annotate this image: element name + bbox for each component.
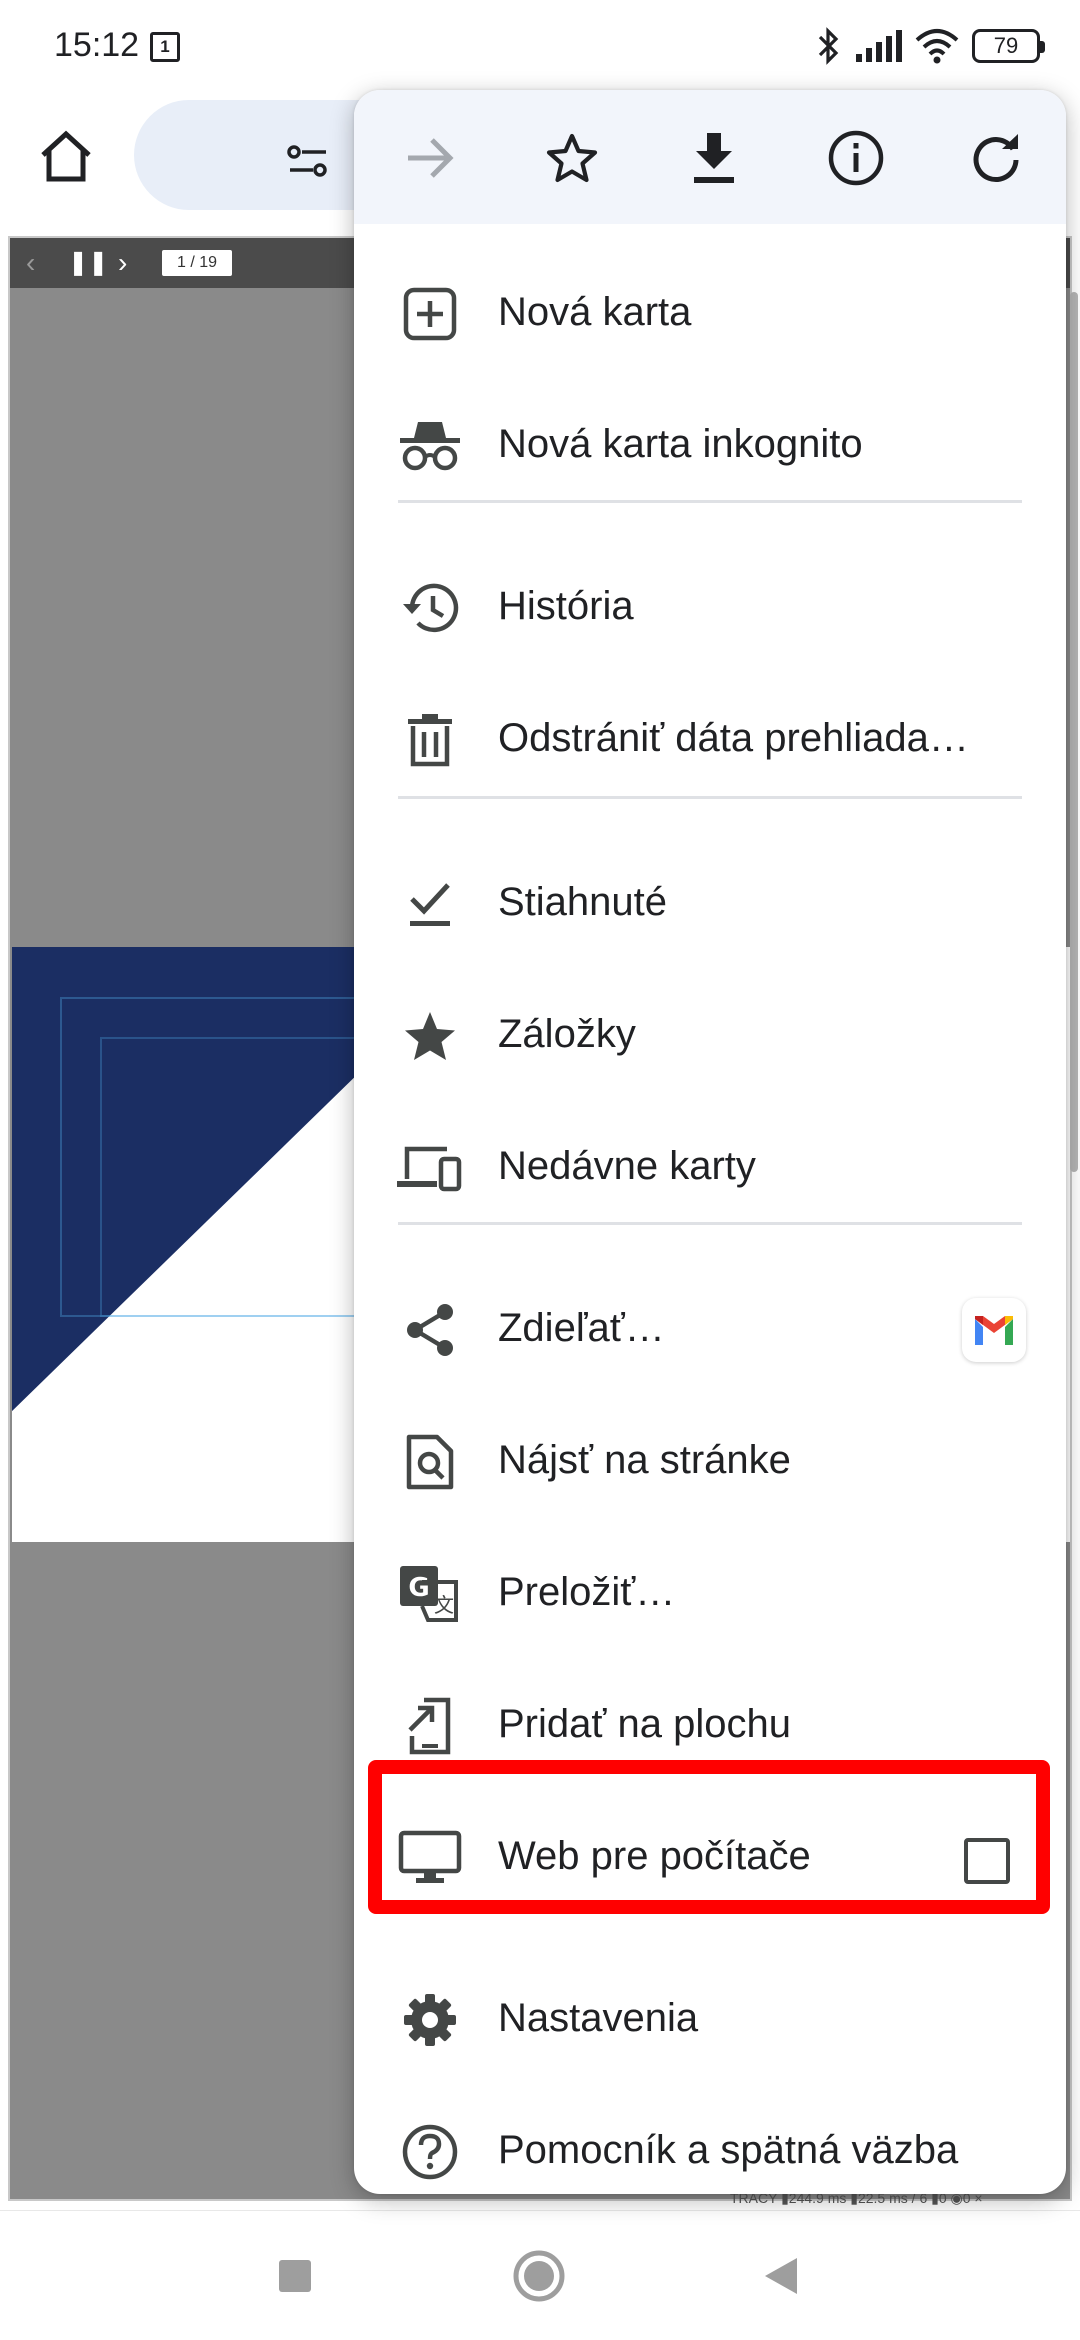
status-time: 15:12 [54,26,140,64]
menu-action-row [354,90,1066,224]
menu-item-label: Nová karta inkognito [498,422,863,466]
menu-item-label: Záložky [498,1012,636,1056]
gmail-icon [975,1316,1013,1345]
gear-icon [396,1986,464,2054]
bookmark-button[interactable] [538,124,606,192]
star-filled-icon [396,1002,464,1070]
pause-icon[interactable]: ❚❚ [68,246,108,280]
menu-divider [398,1222,1022,1225]
signal-icon [856,30,902,62]
highlight-box [368,1760,1050,1914]
back-button[interactable] [748,2243,814,2309]
add-to-home-icon [396,1692,464,1760]
menu-item-label: Odstrániť dáta prehliada… [498,716,969,760]
new-tab-icon [396,280,464,348]
back-icon [765,2258,797,2294]
menu-item-label: Nájsť na stránke [498,1438,791,1482]
info-icon [828,130,884,186]
menu-item-label: Pridať na plochu [498,1702,791,1746]
download-icon [694,133,734,183]
menu-item-bookmarks[interactable]: Záložky [354,970,1066,1102]
home-nav-button[interactable] [506,2243,572,2309]
menu-item-label: Preložiť… [498,1570,676,1614]
refresh-button[interactable] [962,124,1030,192]
share-icon [396,1296,464,1364]
page-scrollbar[interactable] [1070,292,1078,1172]
menu-item-label: Nastavenia [498,1996,699,2040]
wifi-icon [915,29,959,64]
home-button[interactable] [30,120,102,192]
status-icons: 79 [816,24,1045,68]
forward-button[interactable] [396,124,464,192]
recents-button[interactable] [262,2243,328,2309]
page-info-button[interactable] [822,124,890,192]
menu-item-share[interactable]: Zdieľať… [354,1264,1066,1396]
gmail-share-button[interactable] [962,1298,1026,1362]
translate-icon: G文 [396,1560,464,1628]
site-settings-icon[interactable] [286,142,330,182]
menu-item-downloads[interactable]: Stiahnuté [354,838,1066,970]
menu-item-find-in-page[interactable]: Nájsť na stránke [354,1396,1066,1528]
forward-icon [408,138,454,178]
prev-slide-icon[interactable]: ‹ [26,246,35,280]
menu-item-label: Stiahnuté [498,880,668,924]
menu-divider [398,500,1022,503]
menu-item-incognito[interactable]: Nová karta inkognito [354,380,1066,512]
svg-text:G: G [408,1573,429,1603]
menu-item-label: Zdieľať… [498,1306,665,1350]
menu-item-label: História [498,584,634,628]
status-bar: 15:12 1 79 [0,0,1080,90]
notification-icon: 1 [150,32,180,62]
home-icon [41,130,91,182]
help-icon [396,2118,464,2186]
menu-item-history[interactable]: História [354,542,1066,674]
slide-counter: 1 / 19 [162,250,232,276]
menu-item-translate[interactable]: G文 Preložiť… [354,1528,1066,1660]
menu-item-new-tab[interactable]: Nová karta [354,248,1066,380]
next-slide-icon[interactable]: › [118,246,127,280]
star-outline-icon [546,133,598,183]
menu-item-settings[interactable]: Nastavenia [354,1954,1066,2086]
menu-item-label: Nová karta [498,290,692,334]
trash-icon [396,706,464,774]
devices-icon [396,1134,464,1202]
download-button[interactable] [680,124,748,192]
system-nav-bar [0,2210,1080,2340]
bluetooth-icon [818,27,839,65]
menu-item-help[interactable]: Pomocník a spätná väzba [354,2086,1066,2194]
svg-text:文: 文 [434,1593,454,1617]
refresh-icon [973,134,1019,182]
downloads-check-icon [396,870,464,938]
menu-item-clear-data[interactable]: Odstrániť dáta prehliada… [354,674,1066,806]
history-icon [396,574,464,642]
menu-item-label: Nedávne karty [498,1144,756,1188]
battery-icon: 79 [972,29,1045,63]
incognito-icon [396,412,464,480]
menu-item-label: Pomocník a spätná väzba [498,2128,959,2172]
menu-item-recent-tabs[interactable]: Nedávne karty [354,1102,1066,1234]
recents-icon [279,2260,311,2292]
find-in-page-icon [396,1428,464,1496]
home-nav-icon [513,2250,565,2302]
menu-divider [398,796,1022,799]
